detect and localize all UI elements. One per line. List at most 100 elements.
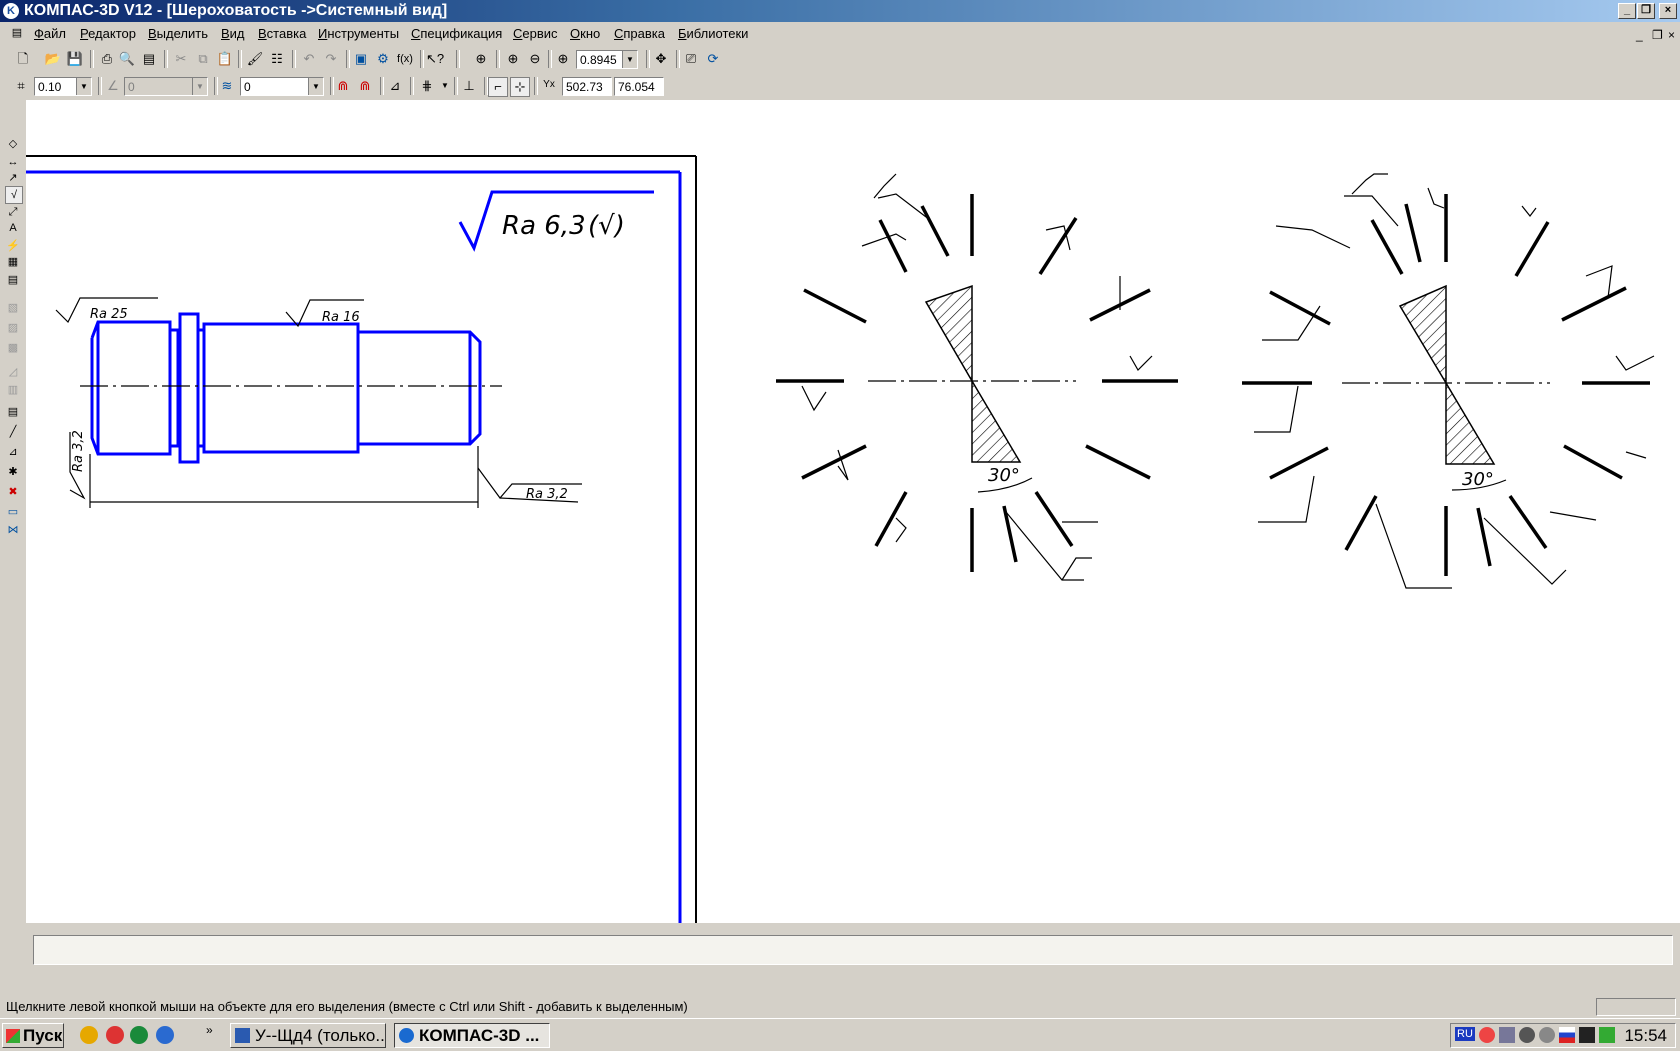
break-icon[interactable]: ✱ <box>5 464 21 480</box>
menu-service[interactable]: Сервис <box>513 26 558 41</box>
menu-file[interactable]: Файл <box>34 26 66 41</box>
chevron-down-icon[interactable]: ▼ <box>436 77 454 95</box>
paste-icon[interactable]: 📋 <box>216 50 234 68</box>
report-icon[interactable]: ▤ <box>5 404 21 420</box>
spec-icon-3[interactable]: ▩ <box>5 340 21 356</box>
symmetry-icon[interactable]: ⋈ <box>5 522 21 538</box>
task-kompas[interactable]: КОМПАС-3D ... <box>394 1023 550 1048</box>
menu-tools[interactable]: Инструменты <box>318 26 399 41</box>
menu-specification[interactable]: Спецификация <box>411 26 502 41</box>
chevron-down-icon[interactable]: ▼ <box>308 78 323 95</box>
roughness-icon[interactable]: √ <box>5 186 23 204</box>
grid-icon[interactable]: ⋕ <box>418 77 436 95</box>
editing-icon[interactable]: ⤢ <box>5 204 21 220</box>
library-manager-icon[interactable]: ⚙ <box>374 50 392 68</box>
zoom-out-icon[interactable]: ⊖ <box>526 50 544 68</box>
menu-libraries[interactable]: Библиотеки <box>678 26 748 41</box>
menu-view[interactable]: Вид <box>221 26 245 41</box>
quicklaunch-icon-3[interactable] <box>130 1026 148 1044</box>
round-icon[interactable]: ⌐ <box>488 77 508 97</box>
manager-icon[interactable]: ▣ <box>352 50 370 68</box>
ie-icon[interactable] <box>156 1026 174 1044</box>
tray-icon-1[interactable] <box>1479 1027 1495 1043</box>
chevron-more-icon[interactable]: » <box>206 1023 213 1037</box>
selection-icon[interactable]: ▦ <box>5 254 21 270</box>
zoom-combo[interactable]: 0.8945 ▼ <box>576 50 638 69</box>
trim-icon[interactable]: ⊿ <box>5 444 21 460</box>
tray-icon-2[interactable] <box>1499 1027 1515 1043</box>
spec-icon-5[interactable]: ▥ <box>5 382 21 398</box>
chevron-down-icon[interactable]: ▼ <box>76 78 91 95</box>
task-word-document[interactable]: У--Щд4 (только... <box>230 1023 386 1048</box>
zoom-in-icon[interactable]: ⊕ <box>504 50 522 68</box>
redo-icon[interactable]: ↷ <box>322 50 340 68</box>
parametrization-icon[interactable]: A <box>5 220 21 236</box>
variables-icon[interactable]: f(x) <box>396 50 414 68</box>
chevron-down-icon[interactable]: ▼ <box>622 51 637 68</box>
step-combo[interactable]: 0.10 ▼ <box>34 77 92 96</box>
print-preview-icon[interactable]: 🔍 <box>118 50 136 68</box>
new-document-icon[interactable]: 🗋 <box>14 50 32 68</box>
redraw-icon[interactable]: ⟳ <box>704 50 722 68</box>
macro-icon[interactable]: ▭ <box>5 504 21 520</box>
designations-icon[interactable]: ↗ <box>5 170 21 186</box>
mdi-minimize-button[interactable]: _ <box>1636 28 1643 42</box>
tray-icon-6[interactable] <box>1579 1027 1595 1043</box>
menu-help[interactable]: Справка <box>614 26 665 41</box>
line-icon[interactable]: ╱ <box>5 424 21 440</box>
quicklaunch-icon-2[interactable] <box>106 1026 124 1044</box>
help-pointer-icon[interactable]: ↖? <box>426 50 444 68</box>
local-cs-icon[interactable]: ⊥ <box>460 77 478 95</box>
spec-icon-2[interactable]: ▨ <box>5 320 21 336</box>
tray-icon-3[interactable] <box>1519 1027 1535 1043</box>
spec-icon-4[interactable]: ◿ <box>5 364 21 380</box>
angle-combo[interactable]: 0 ▼ <box>124 77 208 96</box>
document-menu-icon[interactable]: ▤ <box>8 24 26 42</box>
coord-y-field[interactable]: 76.054 <box>614 77 664 96</box>
copy-icon[interactable]: ⧉ <box>194 50 212 68</box>
pan-icon[interactable]: ✥ <box>652 50 670 68</box>
coord-x-field[interactable]: 502.73 <box>562 77 612 96</box>
tray-icon-4[interactable] <box>1539 1027 1555 1043</box>
document-properties-icon[interactable]: ▤ <box>140 50 158 68</box>
measure-icon[interactable]: ⚡ <box>5 238 21 254</box>
dimensions-icon[interactable]: ↔ <box>5 154 21 170</box>
layers-icon[interactable]: ≋ <box>218 77 236 95</box>
spec-icon-1[interactable]: ▧ <box>5 300 21 316</box>
undo-icon[interactable]: ↶ <box>300 50 318 68</box>
minimize-button[interactable]: _ <box>1618 3 1636 19</box>
ortho-icon[interactable]: ⊿ <box>386 77 404 95</box>
russian-flag-icon[interactable] <box>1559 1027 1575 1043</box>
angle-step-icon[interactable]: ∠ <box>104 77 122 95</box>
property-panel-field[interactable] <box>33 935 1673 965</box>
properties-icon[interactable]: ☷ <box>268 50 286 68</box>
save-icon[interactable]: 💾 <box>66 50 84 68</box>
close-button[interactable]: × <box>1659 3 1677 19</box>
language-indicator[interactable]: RU <box>1455 1027 1475 1041</box>
mdi-restore-button[interactable]: ❐ <box>1652 28 1663 42</box>
parametric-mode-icon[interactable]: ⊹ <box>510 77 530 97</box>
print-icon[interactable]: ⎙ <box>98 50 116 68</box>
restore-button[interactable]: ❐ <box>1637 3 1655 19</box>
layer-combo[interactable]: 0 ▼ <box>240 77 324 96</box>
open-icon[interactable]: 📂 <box>44 50 62 68</box>
chevron-down-icon[interactable]: ▼ <box>192 78 207 95</box>
start-button[interactable]: Пуск <box>2 1023 64 1048</box>
delete-icon[interactable]: ✖ <box>5 484 21 500</box>
refresh-view-icon[interactable]: ⎚ <box>682 50 700 68</box>
menu-window[interactable]: Окно <box>570 26 600 41</box>
quicklaunch-icon-1[interactable] <box>80 1026 98 1044</box>
geometry-icon[interactable]: ◇ <box>5 136 21 152</box>
snap-magnet-icon[interactable]: ⋒ <box>334 77 352 95</box>
menu-select[interactable]: Выделить <box>148 26 208 41</box>
format-brush-icon[interactable]: 🖌 <box>246 50 264 68</box>
grid-step-icon[interactable]: ⌗ <box>12 77 30 95</box>
associative-views-icon[interactable]: ▤ <box>5 272 21 288</box>
drawing-canvas[interactable]: Ra 6,3 (√) Ra 25 Ra 16 Ra 3,2 Ra 3,2 30°… <box>26 100 1680 923</box>
tray-icon-7[interactable] <box>1599 1027 1615 1043</box>
zoom-window-icon[interactable]: ⊕ <box>472 50 490 68</box>
local-snap-icon[interactable]: ⋒ <box>356 77 374 95</box>
zoom-scale-icon[interactable]: ⊕ <box>554 50 572 68</box>
mdi-close-button[interactable]: × <box>1668 28 1675 42</box>
menu-insert[interactable]: Вставка <box>258 26 306 41</box>
